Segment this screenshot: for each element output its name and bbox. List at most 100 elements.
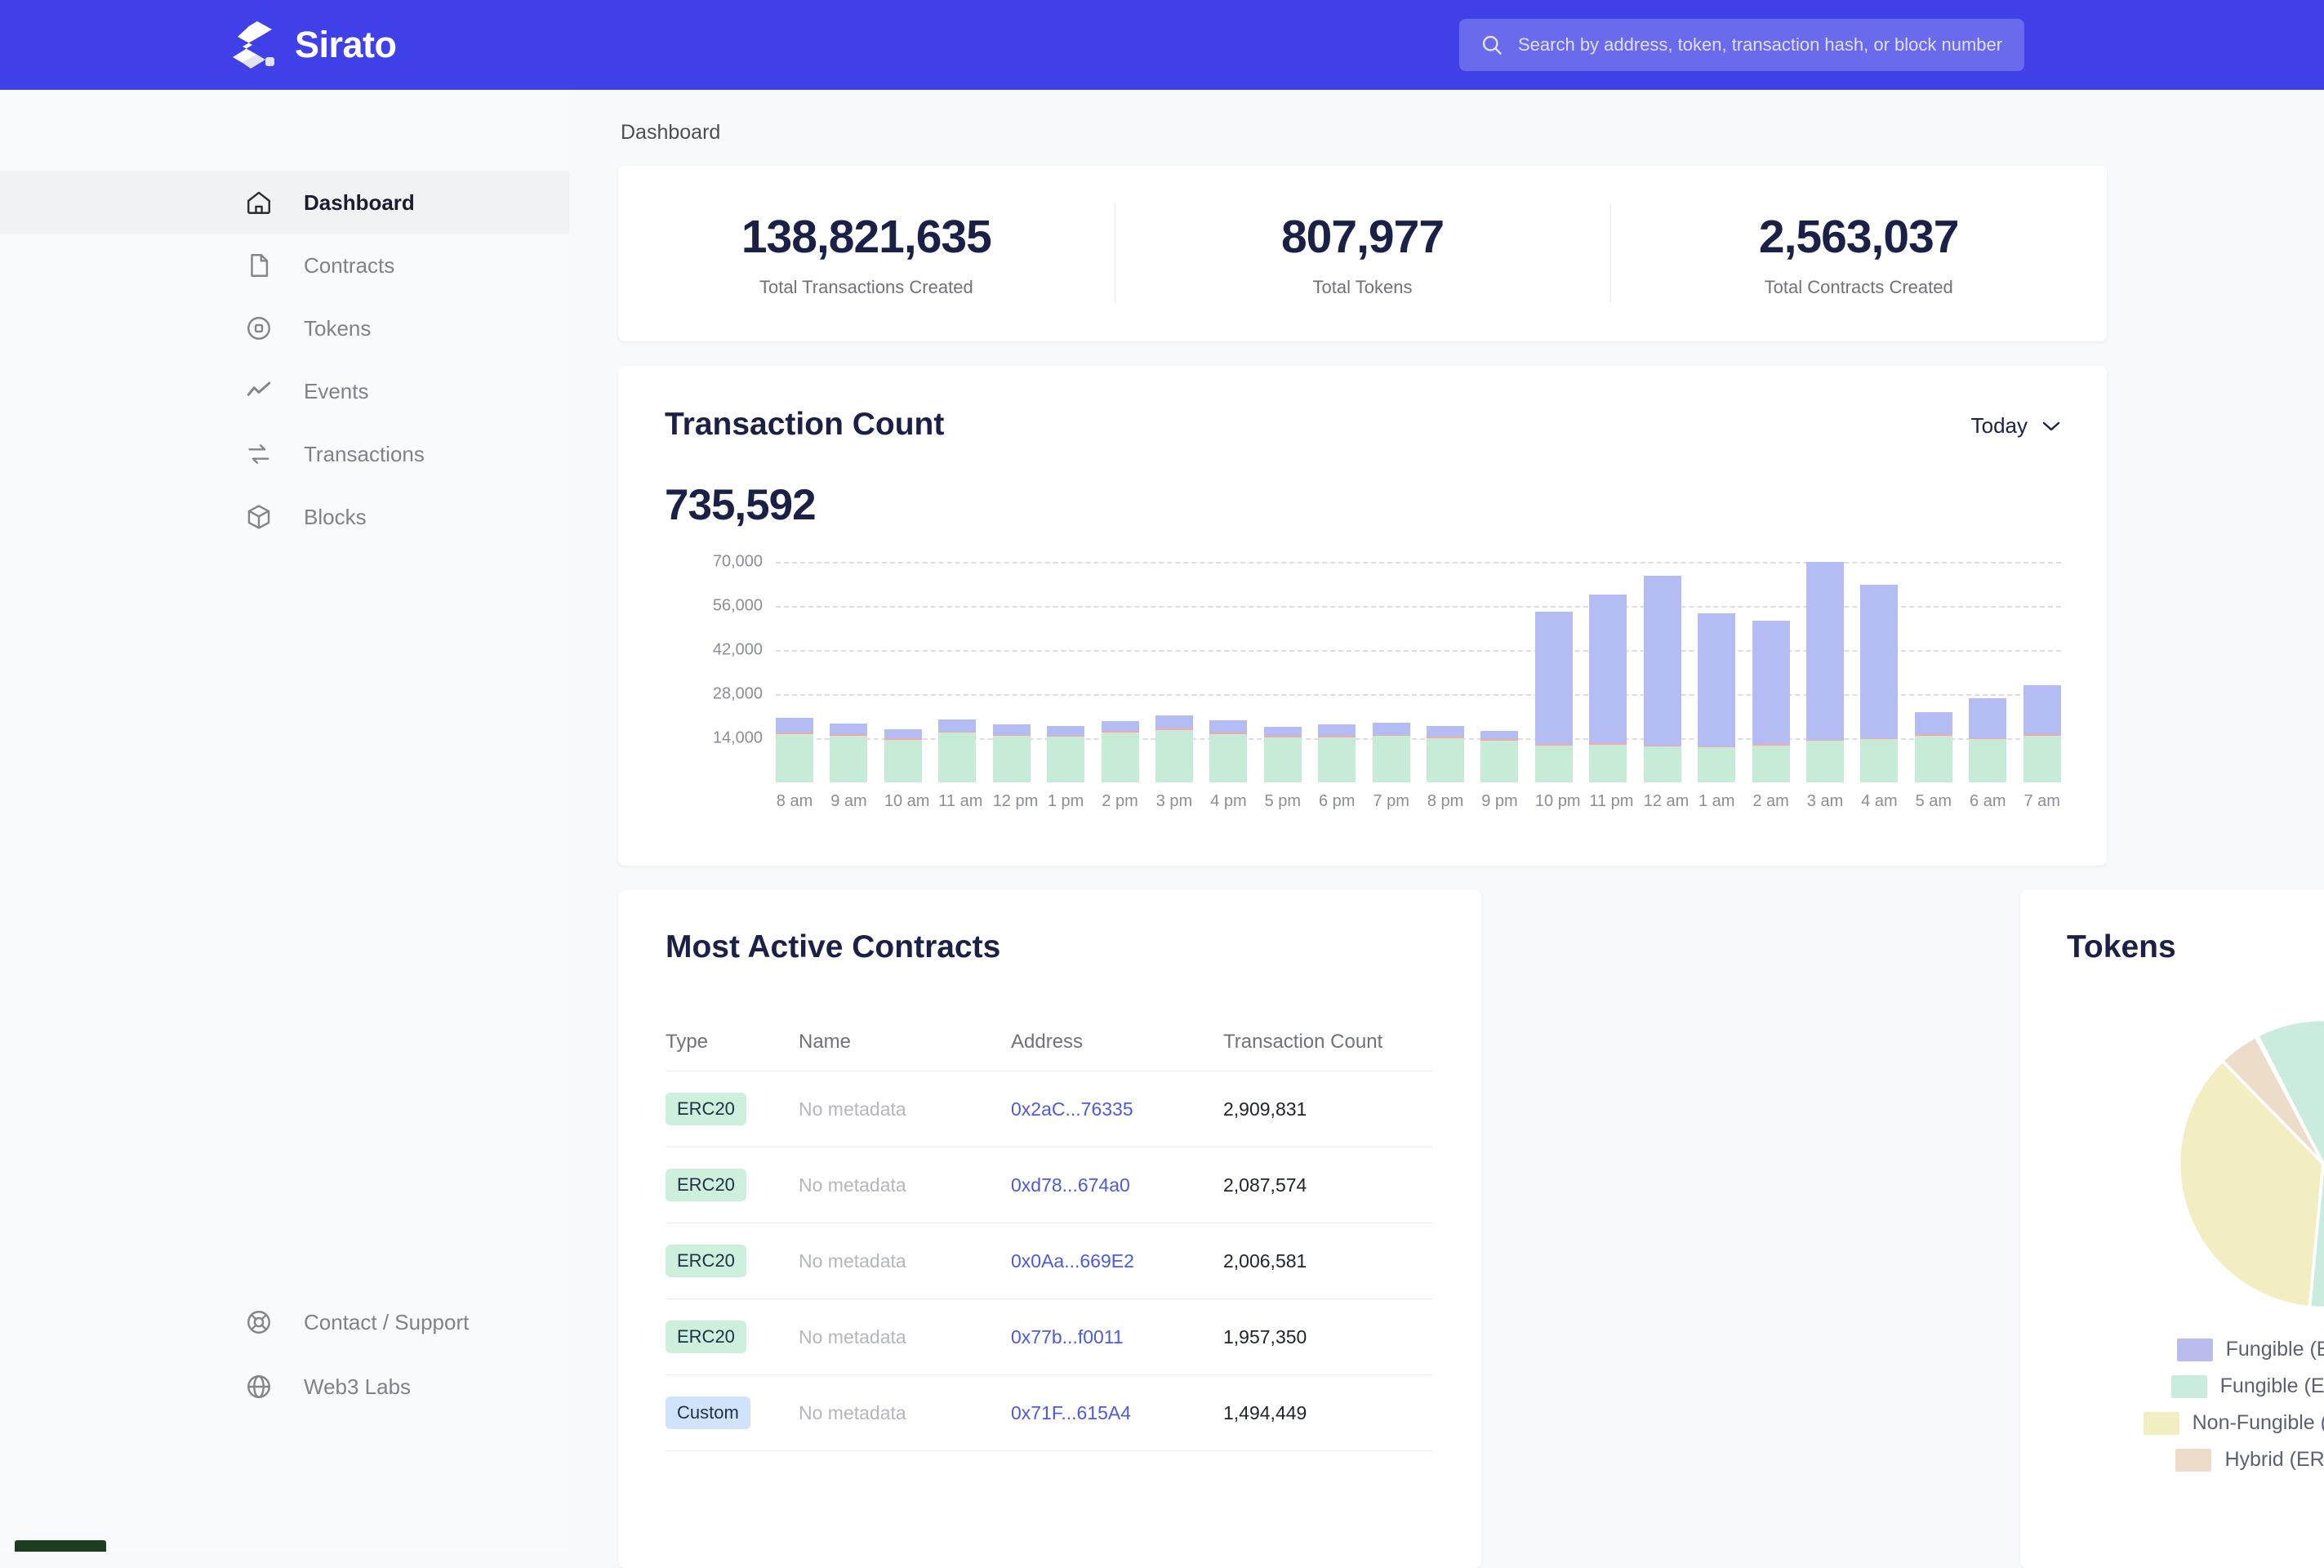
x-axis-tick: 5 am bbox=[1915, 792, 1952, 811]
table-row[interactable]: CustomNo metadata0x71F...615A41,494,449 bbox=[666, 1375, 1433, 1451]
table-row[interactable]: ERC20No metadata0x2aC...763352,909,831 bbox=[666, 1071, 1433, 1147]
globe-icon bbox=[245, 1373, 273, 1401]
global-search[interactable] bbox=[1459, 19, 2024, 71]
chart-bar[interactable] bbox=[776, 718, 813, 782]
chart-bar-segment bbox=[938, 733, 976, 782]
chart-bar[interactable] bbox=[1264, 727, 1302, 782]
tokens-card: Tokens Fungible (ERC777) - 1,954Fungible… bbox=[2020, 890, 2324, 1568]
chart-bar[interactable] bbox=[2023, 685, 2061, 782]
cell-transaction-count: 2,006,581 bbox=[1223, 1250, 1431, 1272]
sidebar-item-events[interactable]: Events bbox=[0, 360, 569, 422]
cell-address: 0x77b...f0011 bbox=[1011, 1326, 1223, 1348]
legend-item[interactable]: Hybrid (ERC1155) - 36,814 bbox=[2020, 1441, 2324, 1478]
status-badge: ERC20 bbox=[666, 1321, 746, 1353]
x-axis-tick: 6 am bbox=[1969, 792, 2006, 811]
chart-bar-segment bbox=[1752, 746, 1790, 783]
chart-bar[interactable] bbox=[1155, 715, 1193, 782]
chart-bar-segment bbox=[1589, 595, 1627, 743]
contract-address-link[interactable]: 0x0Aa...669E2 bbox=[1011, 1250, 1134, 1272]
sidebar-item-contact-support[interactable]: Contact / Support bbox=[0, 1290, 569, 1354]
x-axis-tick: 11 pm bbox=[1589, 792, 1627, 811]
chart-bar[interactable] bbox=[1644, 576, 1681, 782]
most-active-contracts-card: Most Active Contracts Type Name Address … bbox=[618, 890, 1481, 1568]
x-axis-tick: 7 pm bbox=[1373, 792, 1410, 811]
legend-item[interactable]: Fungible (ERC777) - 1,954 bbox=[2020, 1331, 2324, 1368]
contracts-table: Type Name Address Transaction Count ERC2… bbox=[666, 1013, 1433, 1451]
contract-address-link[interactable]: 0xd78...674a0 bbox=[1011, 1174, 1130, 1196]
column-header-count: Transaction Count bbox=[1223, 1031, 1431, 1054]
chart-bar[interactable] bbox=[1806, 562, 1844, 782]
sidebar-item-tokens[interactable]: Tokens bbox=[0, 297, 569, 359]
column-header-name: Name bbox=[799, 1031, 1011, 1054]
sidebar-item-transactions[interactable]: Transactions bbox=[0, 423, 569, 485]
cell-name: No metadata bbox=[799, 1174, 1011, 1196]
chart-bar-segment bbox=[1427, 726, 1464, 737]
chart-bar[interactable] bbox=[884, 729, 922, 782]
sidebar-item-blocks[interactable]: Blocks bbox=[0, 486, 569, 548]
stat-total-contracts: 2,563,037 Total Contracts Created bbox=[1610, 166, 2107, 341]
sidebar-item-web3-labs[interactable]: Web3 Labs bbox=[0, 1355, 569, 1419]
sidebar-item-contracts[interactable]: Contracts bbox=[0, 234, 569, 296]
chart-bar-segment bbox=[1373, 723, 1410, 735]
table-row[interactable]: ERC20No metadata0x77b...f00111,957,350 bbox=[666, 1299, 1433, 1375]
chart-bar-segment bbox=[1264, 737, 1302, 782]
tokens-pie-chart bbox=[2176, 1017, 2324, 1311]
chart-bar[interactable] bbox=[830, 724, 867, 782]
chart-bar[interactable] bbox=[1102, 721, 1139, 782]
chart-bar[interactable] bbox=[1752, 621, 1790, 782]
status-badge: ERC20 bbox=[666, 1093, 746, 1125]
chart-range-label: Today bbox=[1971, 413, 2028, 439]
chart-range-dropdown[interactable]: Today bbox=[1971, 413, 2060, 439]
cell-name: No metadata bbox=[799, 1250, 1011, 1272]
chart-bar[interactable] bbox=[938, 719, 976, 783]
top-header-bar: Sirato bbox=[0, 0, 2324, 90]
chart-bar[interactable] bbox=[1373, 723, 1410, 782]
contracts-title: Most Active Contracts bbox=[666, 929, 1000, 965]
chart-bar[interactable] bbox=[1047, 726, 1084, 782]
chart-bar[interactable] bbox=[1698, 613, 1735, 782]
chart-bar-segment bbox=[1264, 727, 1302, 736]
chart-bar-segment bbox=[1480, 741, 1518, 782]
chart-bar[interactable] bbox=[1427, 726, 1464, 782]
chart-bar[interactable] bbox=[1860, 585, 1898, 782]
contract-address-link[interactable]: 0x2aC...76335 bbox=[1011, 1098, 1133, 1120]
chevron-down-icon bbox=[2042, 421, 2060, 431]
tokens-title: Tokens bbox=[2067, 929, 2176, 965]
token-circle-icon bbox=[245, 314, 273, 342]
chart-bar-segment bbox=[1155, 730, 1193, 782]
swap-arrows-icon bbox=[245, 440, 273, 468]
document-icon bbox=[245, 252, 273, 279]
chart-title: Transaction Count bbox=[665, 407, 944, 443]
tokens-legend: Fungible (ERC777) - 1,954 Fungible (ERC20… bbox=[2020, 1331, 2324, 1478]
table-row[interactable]: ERC20No metadata0x0Aa...669E22,006,581 bbox=[666, 1223, 1433, 1299]
brand[interactable]: Sirato bbox=[231, 20, 397, 70]
main-content: Dashboard 138,821,635 Total Transactions… bbox=[569, 90, 2324, 1552]
x-axis-tick: 10 pm bbox=[1535, 792, 1573, 811]
chart-bar-segment bbox=[1047, 737, 1084, 782]
transaction-count-card: Transaction Count 735,592 Today 14,00028… bbox=[618, 366, 2107, 866]
legend-item[interactable]: Non-Fungible (ERC721) - 292,199 bbox=[2020, 1405, 2324, 1441]
y-axis-labels: 14,00028,00042,00056,00070,000 bbox=[665, 562, 763, 782]
chart-bar[interactable] bbox=[1589, 595, 1627, 782]
home-icon bbox=[245, 189, 273, 216]
stat-value: 138,821,635 bbox=[741, 210, 991, 264]
sirato-logo-icon bbox=[231, 20, 275, 70]
y-axis-tick: 56,000 bbox=[713, 597, 763, 616]
table-row[interactable]: ERC20No metadata0xd78...674a02,087,574 bbox=[666, 1147, 1433, 1223]
contract-address-link[interactable]: 0x71F...615A4 bbox=[1011, 1402, 1131, 1423]
chart-bar[interactable] bbox=[1318, 724, 1356, 782]
search-input[interactable] bbox=[1518, 34, 2008, 56]
legend-label: Fungible (ERC20) - 476,968 bbox=[2220, 1374, 2324, 1398]
chart-bar[interactable] bbox=[1535, 612, 1573, 782]
chart-bar[interactable] bbox=[993, 724, 1031, 782]
chart-bar-segment bbox=[1102, 733, 1139, 782]
chart-bar[interactable] bbox=[1209, 720, 1247, 782]
sidebar-nav: Dashboard Contracts Tokens Events bbox=[0, 172, 569, 549]
contract-address-link[interactable]: 0x77b...f0011 bbox=[1011, 1326, 1124, 1348]
legend-swatch bbox=[2177, 1339, 2213, 1361]
chart-bar[interactable] bbox=[1915, 712, 1952, 782]
sidebar-item-dashboard[interactable]: Dashboard bbox=[0, 172, 569, 234]
legend-item[interactable]: Fungible (ERC20) - 476,968 bbox=[2020, 1368, 2324, 1405]
chart-bar[interactable] bbox=[1969, 698, 2006, 782]
chart-bar[interactable] bbox=[1480, 731, 1518, 782]
